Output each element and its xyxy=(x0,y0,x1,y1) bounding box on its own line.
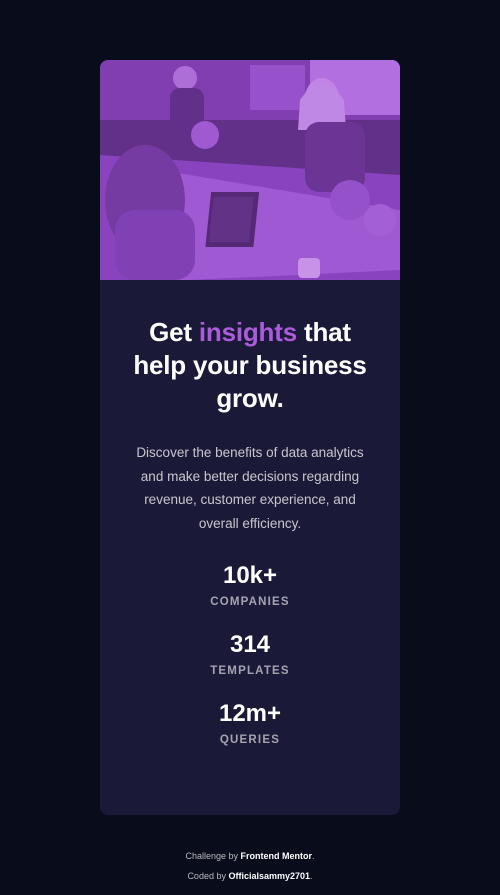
coded-prefix: Coded by xyxy=(187,871,229,881)
stat-label: QUERIES xyxy=(219,734,281,746)
stat-templates: 314 TEMPLATES xyxy=(128,630,372,677)
office-photo-illustration xyxy=(100,60,400,280)
stats-preview-card: Get insights that help your business gro… xyxy=(100,60,400,815)
stat-companies: 10k+ COMPANIES xyxy=(128,561,372,608)
stats-list: 10k+ COMPANIES 314 TEMPLATES 12m+ QUERIE… xyxy=(128,561,372,746)
challenge-suffix: . xyxy=(312,851,315,861)
headline-prefix: Get xyxy=(149,317,199,347)
stat-value: 12m+ xyxy=(218,700,282,727)
stat-value: 314 xyxy=(229,631,271,658)
author-link[interactable]: Officialsammy2701 xyxy=(228,871,310,881)
stat-value: 10k+ xyxy=(222,562,278,589)
headline: Get insights that help your business gro… xyxy=(128,316,372,415)
attribution: Challenge by Frontend Mentor. Coded by O… xyxy=(0,846,500,886)
challenge-prefix: Challenge by xyxy=(185,851,241,861)
card-description: Discover the benefits of data analytics … xyxy=(136,445,364,531)
attribution-coded: Coded by Officialsammy2701. xyxy=(0,866,500,886)
coded-suffix: . xyxy=(310,871,313,881)
stat-queries: 12m+ QUERIES xyxy=(128,699,372,746)
stat-label: TEMPLATES xyxy=(210,665,290,677)
card-content: Get insights that help your business gro… xyxy=(100,316,400,746)
stat-label: COMPANIES xyxy=(210,596,290,608)
attribution-challenge: Challenge by Frontend Mentor. xyxy=(0,846,500,866)
headline-accent: insights xyxy=(198,317,297,347)
frontend-mentor-link[interactable]: Frontend Mentor xyxy=(241,851,313,861)
hero-image xyxy=(100,60,400,280)
